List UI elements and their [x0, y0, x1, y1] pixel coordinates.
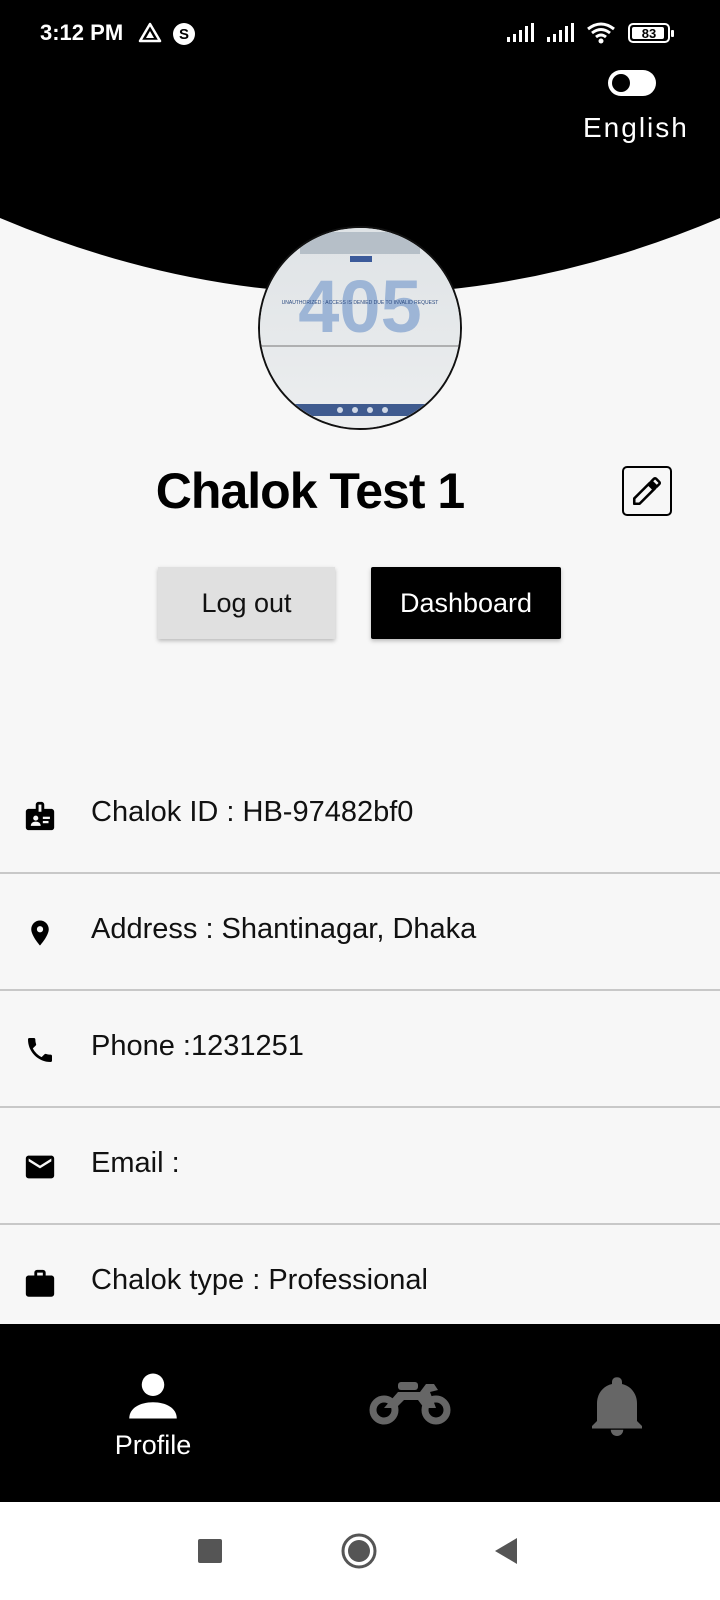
address-text: Address : Shantinagar, Dhaka [91, 913, 477, 945]
status-bar: 3:12 PM S 83 [0, 0, 720, 70]
svg-text:S: S [179, 26, 189, 43]
info-row-chalok-id: Chalok ID : HB-97482bf0 [0, 758, 720, 874]
signal-icon [547, 23, 574, 42]
chalok-id-text: Chalok ID : HB-97482bf0 [91, 796, 414, 828]
svg-text:UNAUTHORIZED : ACCESS IS DENIE: UNAUTHORIZED : ACCESS IS DENIED DUE TO I… [282, 300, 439, 306]
system-navigation-bar [0, 1502, 720, 1600]
email-icon [22, 1149, 58, 1185]
person-icon [129, 1373, 177, 1419]
motorcycle-icon [369, 1382, 451, 1425]
info-row-address: Address : Shantinagar, Dhaka [0, 875, 720, 991]
pencil-icon [632, 476, 662, 506]
briefcase-icon [22, 1266, 58, 1302]
nav-item-notifications[interactable] [567, 1324, 667, 1502]
s-app-icon: S [173, 23, 195, 45]
phone-icon [22, 1032, 58, 1068]
info-row-email: Email : [0, 1109, 720, 1225]
location-pin-icon [22, 915, 58, 951]
id-badge-icon [22, 798, 58, 834]
status-notification-icons: S [138, 22, 196, 46]
status-time: 3:12 PM [40, 20, 124, 45]
logout-button[interactable]: Log out [158, 567, 335, 639]
language-toggle[interactable] [608, 70, 656, 96]
back-icon[interactable] [493, 1536, 519, 1566]
profile-name: Chalok Test 1 [155, 463, 465, 519]
bell-icon [592, 1377, 642, 1436]
bottom-navigation: Profile [0, 1324, 720, 1502]
email-text: Email : [91, 1147, 180, 1179]
nav-item-ride[interactable] [360, 1324, 460, 1502]
battery-icon: 83 [628, 23, 674, 43]
avatar[interactable]: 405 UNAUTHORIZED : ACCESS IS DENIED DUE … [258, 226, 462, 430]
edit-profile-button[interactable] [622, 466, 672, 516]
recents-icon[interactable] [197, 1538, 223, 1564]
wifi-icon [587, 22, 615, 44]
language-toggle-knob [612, 74, 630, 92]
language-label: English [583, 112, 689, 143]
avatar-image: 405 UNAUTHORIZED : ACCESS IS DENIED DUE … [260, 228, 460, 428]
home-icon[interactable] [340, 1532, 378, 1570]
nav-item-profile[interactable]: Profile [103, 1324, 203, 1502]
dashboard-button[interactable]: Dashboard [371, 567, 561, 639]
drive-icon [138, 22, 162, 43]
info-row-phone: Phone :1231251 [0, 992, 720, 1108]
chalok-type-text: Chalok type : Professional [91, 1264, 428, 1296]
signal-icon [507, 23, 534, 42]
status-system-icons: 83 [506, 22, 674, 44]
battery-level: 83 [641, 25, 657, 41]
phone-text: Phone :1231251 [91, 1030, 304, 1062]
nav-label-profile: Profile [114, 1430, 192, 1460]
svg-text:405: 405 [298, 265, 421, 348]
